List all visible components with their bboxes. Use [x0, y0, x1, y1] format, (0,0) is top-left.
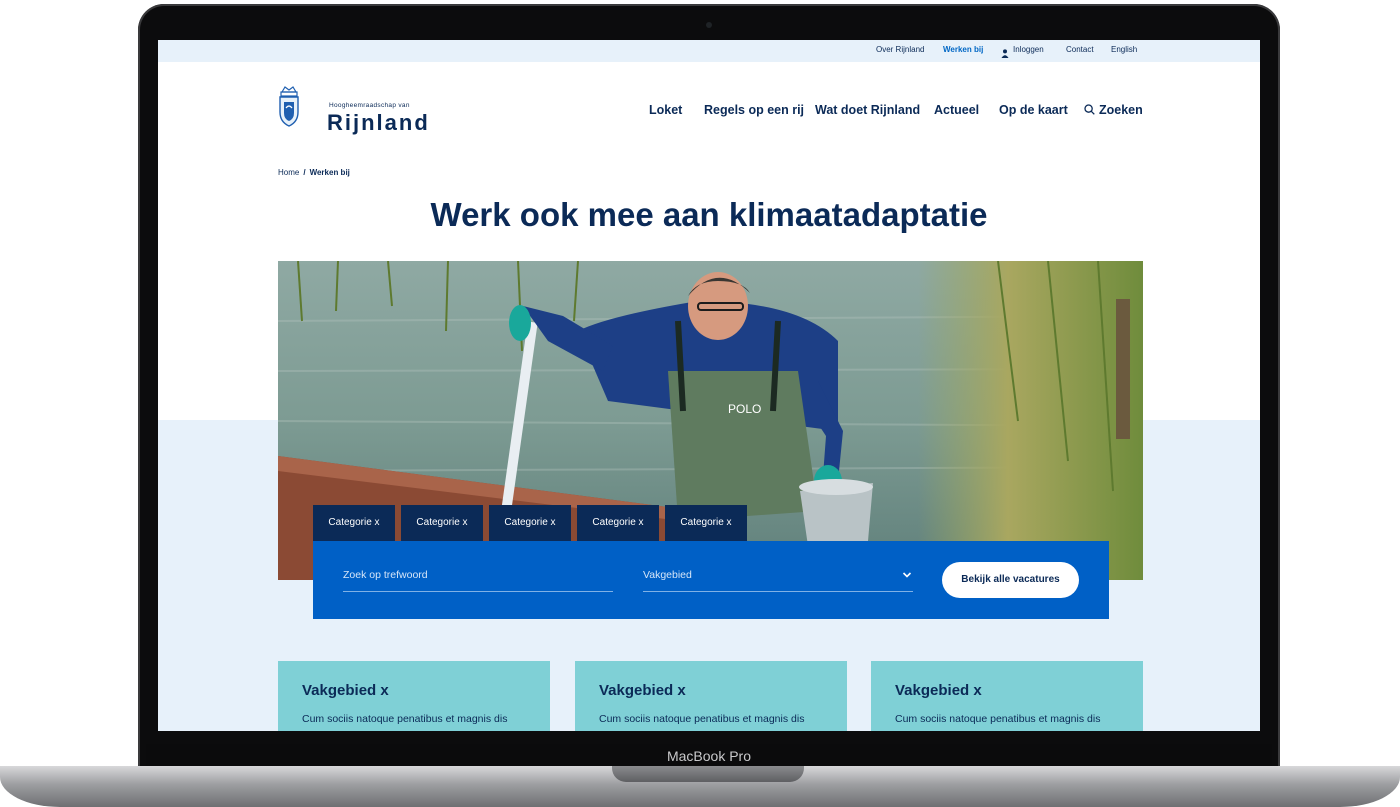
card-text: Cum sociis natoque penatibus et magnis d… — [895, 713, 1101, 725]
card-title: Vakgebied x — [302, 682, 389, 699]
rijnland-crest-logo[interactable] — [278, 86, 300, 132]
topbar-link-over-rijnland[interactable]: Over Rijnland — [876, 45, 924, 54]
category-tag[interactable]: Categorie x — [401, 505, 483, 541]
nav-item-wat-doet-rijnland[interactable]: Wat doet Rijnland — [815, 103, 920, 117]
breadcrumb-home[interactable]: Home — [278, 168, 299, 177]
shirt-logo: POLO — [728, 402, 761, 416]
camera-icon — [706, 22, 712, 28]
search-icon — [1084, 104, 1095, 118]
nav-item-regels[interactable]: Regels op een rij — [704, 103, 804, 117]
nav-item-actueel[interactable]: Actueel — [934, 103, 979, 117]
vacancy-search-panel: Zoek op trefwoord Vakgebied Bekijk alle … — [313, 541, 1109, 619]
device-label: MacBook Pro — [146, 744, 1272, 768]
breadcrumb-separator: / — [303, 168, 306, 177]
category-tag[interactable]: Categorie x — [489, 505, 571, 541]
breadcrumb-current: Werken bij — [309, 168, 350, 177]
browser-viewport: Over Rijnland Werken bij Inloggen Contac… — [158, 40, 1260, 731]
category-tag[interactable]: Categorie x — [313, 505, 395, 541]
chevron-down-icon[interactable] — [902, 567, 912, 578]
topbar-link-inloggen[interactable]: Inloggen — [1013, 45, 1044, 54]
page-title: Werk ook mee aan klimaatadaptatie — [430, 196, 988, 233]
topbar-link-werken-bij[interactable]: Werken bij — [943, 45, 983, 54]
nav-item-op-de-kaart[interactable]: Op de kaart — [999, 103, 1068, 117]
laptop-frame: Over Rijnland Werken bij Inloggen Contac… — [0, 0, 1400, 807]
select-underline — [643, 591, 913, 592]
vakgebied-card[interactable]: Vakgebied x Cum sociis natoque penatibus… — [871, 661, 1143, 731]
topbar-link-english[interactable]: English — [1111, 45, 1137, 54]
card-title: Vakgebied x — [599, 682, 686, 699]
nav-search-button[interactable]: Zoeken — [1084, 103, 1143, 118]
view-all-vacancies-button[interactable]: Bekijk alle vacatures — [942, 562, 1079, 598]
keyword-search-input[interactable]: Zoek op trefwoord — [343, 569, 428, 581]
card-text: Cum sociis natoque penatibus et magnis d… — [599, 713, 805, 725]
vakgebied-card[interactable]: Vakgebied x Cum sociis natoque penatibus… — [575, 661, 847, 731]
card-text: Cum sociis natoque penatibus et magnis d… — [302, 713, 508, 725]
logo-name[interactable]: Rijnland — [327, 110, 430, 136]
utility-bar: Over Rijnland Werken bij Inloggen Contac… — [158, 40, 1260, 62]
nav-search-label: Zoeken — [1099, 103, 1143, 117]
laptop-notch — [612, 766, 804, 782]
nav-item-loket[interactable]: Loket — [649, 103, 682, 117]
vakgebied-card[interactable]: Vakgebied x Cum sociis natoque penatibus… — [278, 661, 550, 731]
vakgebied-select[interactable]: Vakgebied — [643, 569, 692, 581]
category-tag[interactable]: Categorie x — [577, 505, 659, 541]
card-title: Vakgebied x — [895, 682, 982, 699]
user-icon — [1001, 45, 1009, 58]
breadcrumb: Home / Werken bij — [278, 168, 350, 177]
category-tag[interactable]: Categorie x — [665, 505, 747, 541]
logo-subtitle: Hoogheemraadschap van — [329, 102, 410, 109]
topbar-link-contact[interactable]: Contact — [1066, 45, 1094, 54]
keyword-underline — [343, 591, 613, 592]
